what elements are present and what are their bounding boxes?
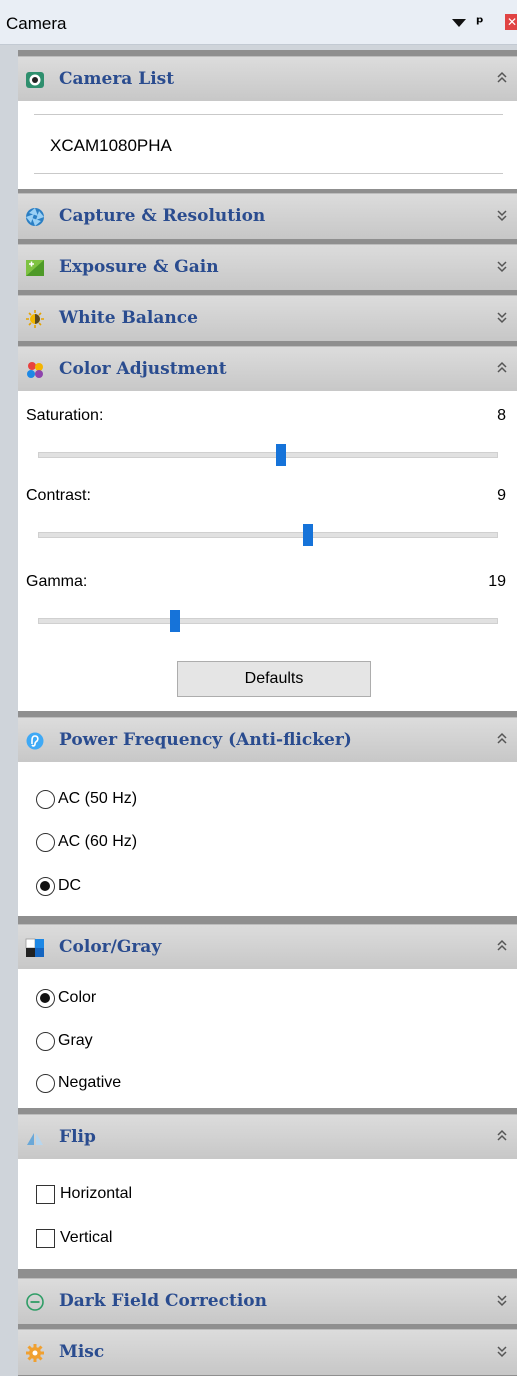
collapse-chevron-icon[interactable] xyxy=(496,938,508,954)
pin-icon[interactable]: ᵖ xyxy=(476,13,484,32)
color-gray-body: Color Gray Negative xyxy=(18,969,517,1108)
gamma-slider-thumb[interactable] xyxy=(170,610,181,632)
radio-label[interactable]: AC (50 Hz) xyxy=(58,790,137,808)
radio-label[interactable]: DC xyxy=(58,877,81,895)
section-header-flip[interactable]: Flip xyxy=(18,1114,517,1160)
expand-chevron-icon[interactable] xyxy=(496,1343,508,1359)
color-adjustment-body: Saturation: 8 Contrast: 9 Gamma: 19 Defa… xyxy=(18,391,517,711)
contrast-value: 9 xyxy=(497,487,506,504)
radio-color[interactable] xyxy=(36,989,55,1008)
close-icon[interactable]: ✕ xyxy=(505,14,517,30)
flip-icon xyxy=(27,1133,43,1145)
section-title: Capture & Resolution xyxy=(59,206,266,226)
section-title: Exposure & Gain xyxy=(59,257,219,277)
aperture-icon xyxy=(26,208,44,226)
section-title: Dark Field Correction xyxy=(59,1291,267,1311)
section-header-camera-list[interactable]: Camera List xyxy=(18,56,517,102)
collapse-chevron-icon[interactable] xyxy=(496,70,508,86)
gamma-value: 19 xyxy=(488,573,506,590)
gamma-label: Gamma: xyxy=(26,573,88,590)
exposure-icon xyxy=(26,260,44,276)
webcam-icon xyxy=(26,72,44,88)
radio-selected-dot xyxy=(40,881,50,891)
contrast-label: Contrast: xyxy=(26,487,91,504)
radio-label[interactable]: Gray xyxy=(58,1032,93,1050)
collapse-chevron-icon[interactable] xyxy=(496,1128,508,1144)
radio-dc[interactable] xyxy=(36,877,55,896)
color-gray-icon xyxy=(25,938,44,957)
radio-ac-50hz[interactable] xyxy=(36,790,55,809)
expand-chevron-icon[interactable] xyxy=(496,1292,508,1308)
section-header-white-balance[interactable]: White Balance xyxy=(18,295,517,341)
checkbox-vertical[interactable] xyxy=(36,1229,55,1248)
section-header-power-frequency[interactable]: Power Frequency (Anti-flicker) xyxy=(18,717,517,763)
section-header-color-gray[interactable]: Color/Gray xyxy=(18,924,517,970)
saturation-label: Saturation: xyxy=(26,407,104,424)
checkbox-label[interactable]: Horizontal xyxy=(60,1185,132,1203)
radio-label[interactable]: Negative xyxy=(58,1074,121,1092)
section-title: Camera List xyxy=(59,69,175,89)
section-title: Misc xyxy=(59,1342,105,1362)
expand-chevron-icon[interactable] xyxy=(496,309,508,325)
expand-chevron-icon[interactable] xyxy=(496,258,508,274)
expand-chevron-icon[interactable] xyxy=(496,207,508,223)
radio-label[interactable]: AC (60 Hz) xyxy=(58,833,137,851)
section-title: White Balance xyxy=(59,308,198,328)
collapse-chevron-icon[interactable] xyxy=(496,360,508,376)
radio-negative[interactable] xyxy=(36,1074,55,1093)
dropdown-arrow-icon[interactable] xyxy=(452,19,466,27)
ear-icon xyxy=(26,732,44,750)
gamma-slider-track[interactable] xyxy=(38,618,498,624)
section-header-exposure-gain[interactable]: Exposure & Gain xyxy=(18,244,517,290)
power-frequency-body: AC (50 Hz) AC (60 Hz) DC xyxy=(18,762,517,916)
divider xyxy=(34,173,503,174)
contrast-slider-thumb[interactable] xyxy=(303,524,314,546)
section-title: Power Frequency (Anti-flicker) xyxy=(59,730,352,750)
flip-body: Horizontal Vertical xyxy=(18,1159,517,1269)
saturation-slider-track[interactable] xyxy=(38,452,498,458)
sun-icon xyxy=(26,310,44,328)
camera-list-item[interactable]: XCAM1080PHA xyxy=(50,136,172,156)
section-title: Flip xyxy=(59,1127,96,1147)
divider xyxy=(34,114,503,115)
radio-gray[interactable] xyxy=(36,1032,55,1051)
saturation-value: 8 xyxy=(497,407,506,424)
section-header-misc[interactable]: Misc xyxy=(18,1329,517,1375)
checkbox-label[interactable]: Vertical xyxy=(60,1229,112,1247)
gear-icon xyxy=(26,1344,44,1362)
saturation-slider-thumb[interactable] xyxy=(275,444,286,466)
section-header-color-adjustment[interactable]: Color Adjustment xyxy=(18,346,517,392)
section-title: Color Adjustment xyxy=(59,359,227,379)
section-header-capture-resolution[interactable]: Capture & Resolution xyxy=(18,193,517,239)
panel-title: Camera xyxy=(6,14,67,33)
section-header-dark-field-correction[interactable]: Dark Field Correction xyxy=(18,1278,517,1324)
defaults-button[interactable]: Defaults xyxy=(177,661,371,697)
checkbox-horizontal[interactable] xyxy=(36,1185,55,1204)
camera-list-body: XCAM1080PHA xyxy=(18,101,517,189)
collapse-chevron-icon[interactable] xyxy=(496,731,508,747)
panel-title-bar: Camera ᵖ ✕ xyxy=(0,0,517,45)
radio-label[interactable]: Color xyxy=(58,989,96,1007)
contrast-slider-track[interactable] xyxy=(38,532,498,538)
section-title: Color/Gray xyxy=(59,937,162,957)
color-palette-icon xyxy=(27,362,43,378)
radio-selected-dot xyxy=(40,993,50,1003)
radio-ac-60hz[interactable] xyxy=(36,833,55,852)
minus-circle-icon xyxy=(26,1293,44,1311)
camera-settings-pane: Camera List XCAM1080PHA Capture & Resolu… xyxy=(18,50,517,1376)
